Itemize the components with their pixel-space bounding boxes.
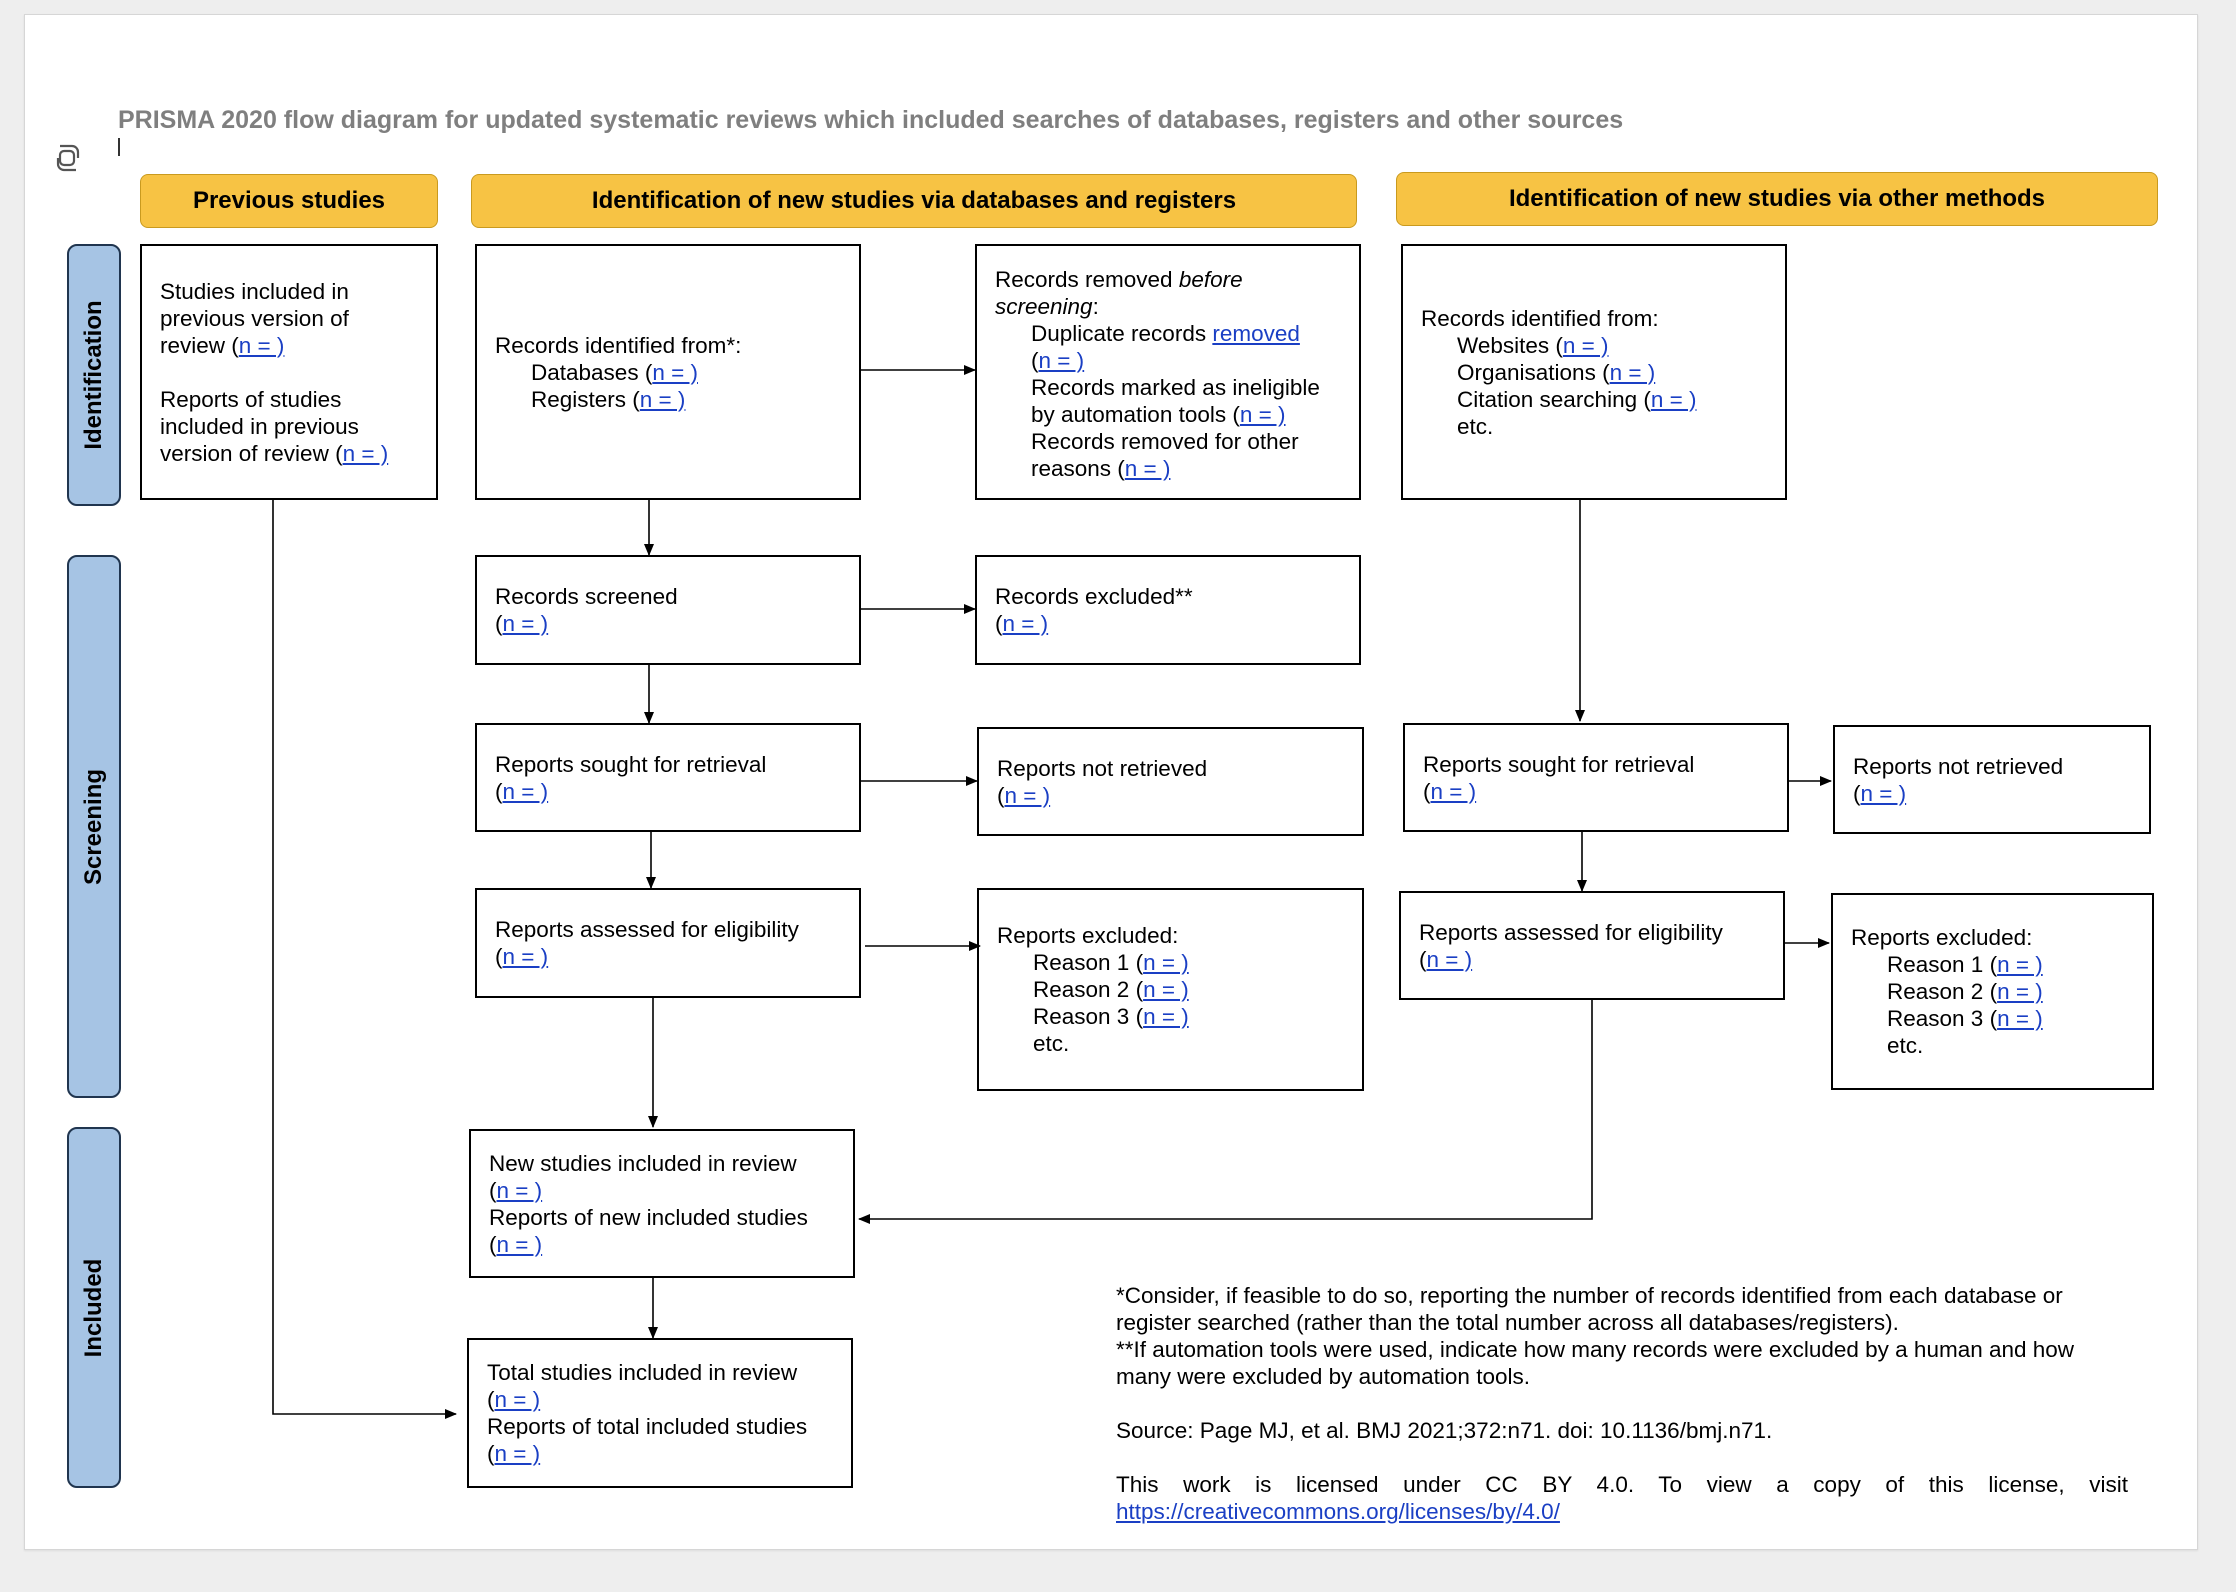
arrow-other-assessed-to-new-included — [858, 1000, 1593, 1224]
note-consider: *Consider, if feasible to do so, reporti… — [1116, 1283, 2063, 1335]
footnotes: *Consider, if feasible to do so, reporti… — [1116, 1282, 2128, 1525]
note-license: This work is licensed under CC BY 4.0. T… — [1116, 1472, 2128, 1497]
note-automation: **If automation tools were used, indicat… — [1116, 1337, 2075, 1389]
note-source: Source: Page MJ, et al. BMJ 2021;372:n71… — [1116, 1418, 1773, 1443]
license-link[interactable]: https://creativecommons.org/licenses/by/… — [1116, 1499, 1560, 1524]
arrow-previous-to-total — [272, 500, 457, 1419]
